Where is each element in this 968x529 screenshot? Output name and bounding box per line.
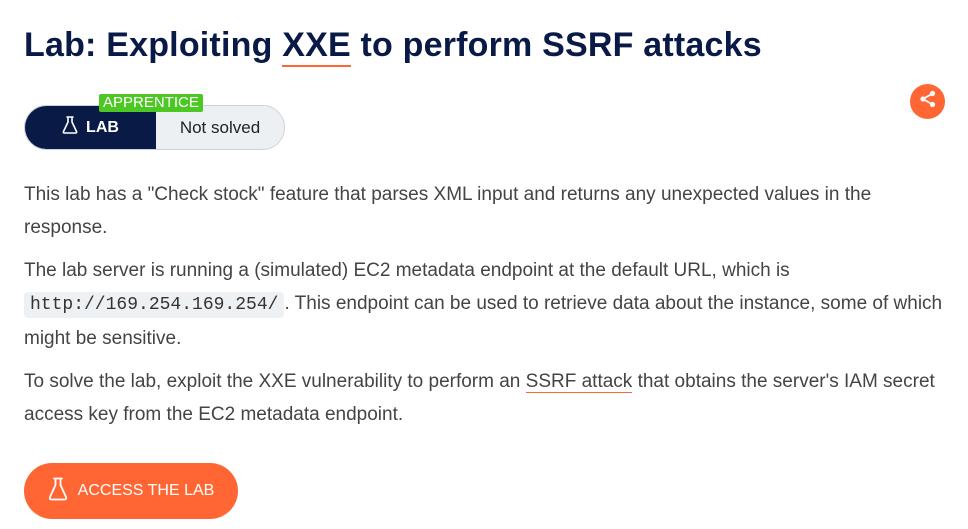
status-label: Not solved	[156, 106, 284, 149]
lab-status-badge: APPRENTICE LAB Not solved	[24, 94, 285, 150]
description-paragraph-1: This lab has a "Check stock" feature tha…	[24, 184, 872, 238]
share-icon	[919, 90, 937, 113]
p2-text-before: The lab server is running a (simulated) …	[24, 260, 790, 281]
ssrf-attack-link[interactable]: SSRF attack	[525, 371, 633, 393]
access-lab-button[interactable]: ACCESS THE LAB	[24, 463, 238, 519]
description-paragraph-2: The lab server is running a (simulated) …	[24, 254, 954, 355]
endpoint-url-code: http://169.254.169.254/	[24, 292, 285, 318]
flask-icon	[62, 116, 78, 139]
title-prefix: Lab: Exploiting	[24, 26, 283, 64]
badge-lab-section: LAB	[25, 106, 156, 149]
page-title: Lab: Exploiting XXE to perform SSRF atta…	[24, 26, 762, 67]
access-lab-label: ACCESS THE LAB	[77, 482, 215, 499]
level-tag: APPRENTICE	[99, 94, 203, 112]
share-button[interactable]	[910, 84, 945, 119]
badge-lab-label: LAB	[86, 118, 119, 136]
description-paragraph-3: To solve the lab, exploit the XXE vulner…	[24, 365, 954, 431]
title-suffix: to perform SSRF attacks	[350, 26, 762, 64]
p3-text-before: To solve the lab, exploit the XXE vulner…	[24, 371, 526, 392]
xxe-link[interactable]: XXE	[282, 26, 351, 67]
flask-icon	[48, 477, 68, 506]
lab-description: This lab has a "Check stock" feature tha…	[24, 178, 954, 441]
